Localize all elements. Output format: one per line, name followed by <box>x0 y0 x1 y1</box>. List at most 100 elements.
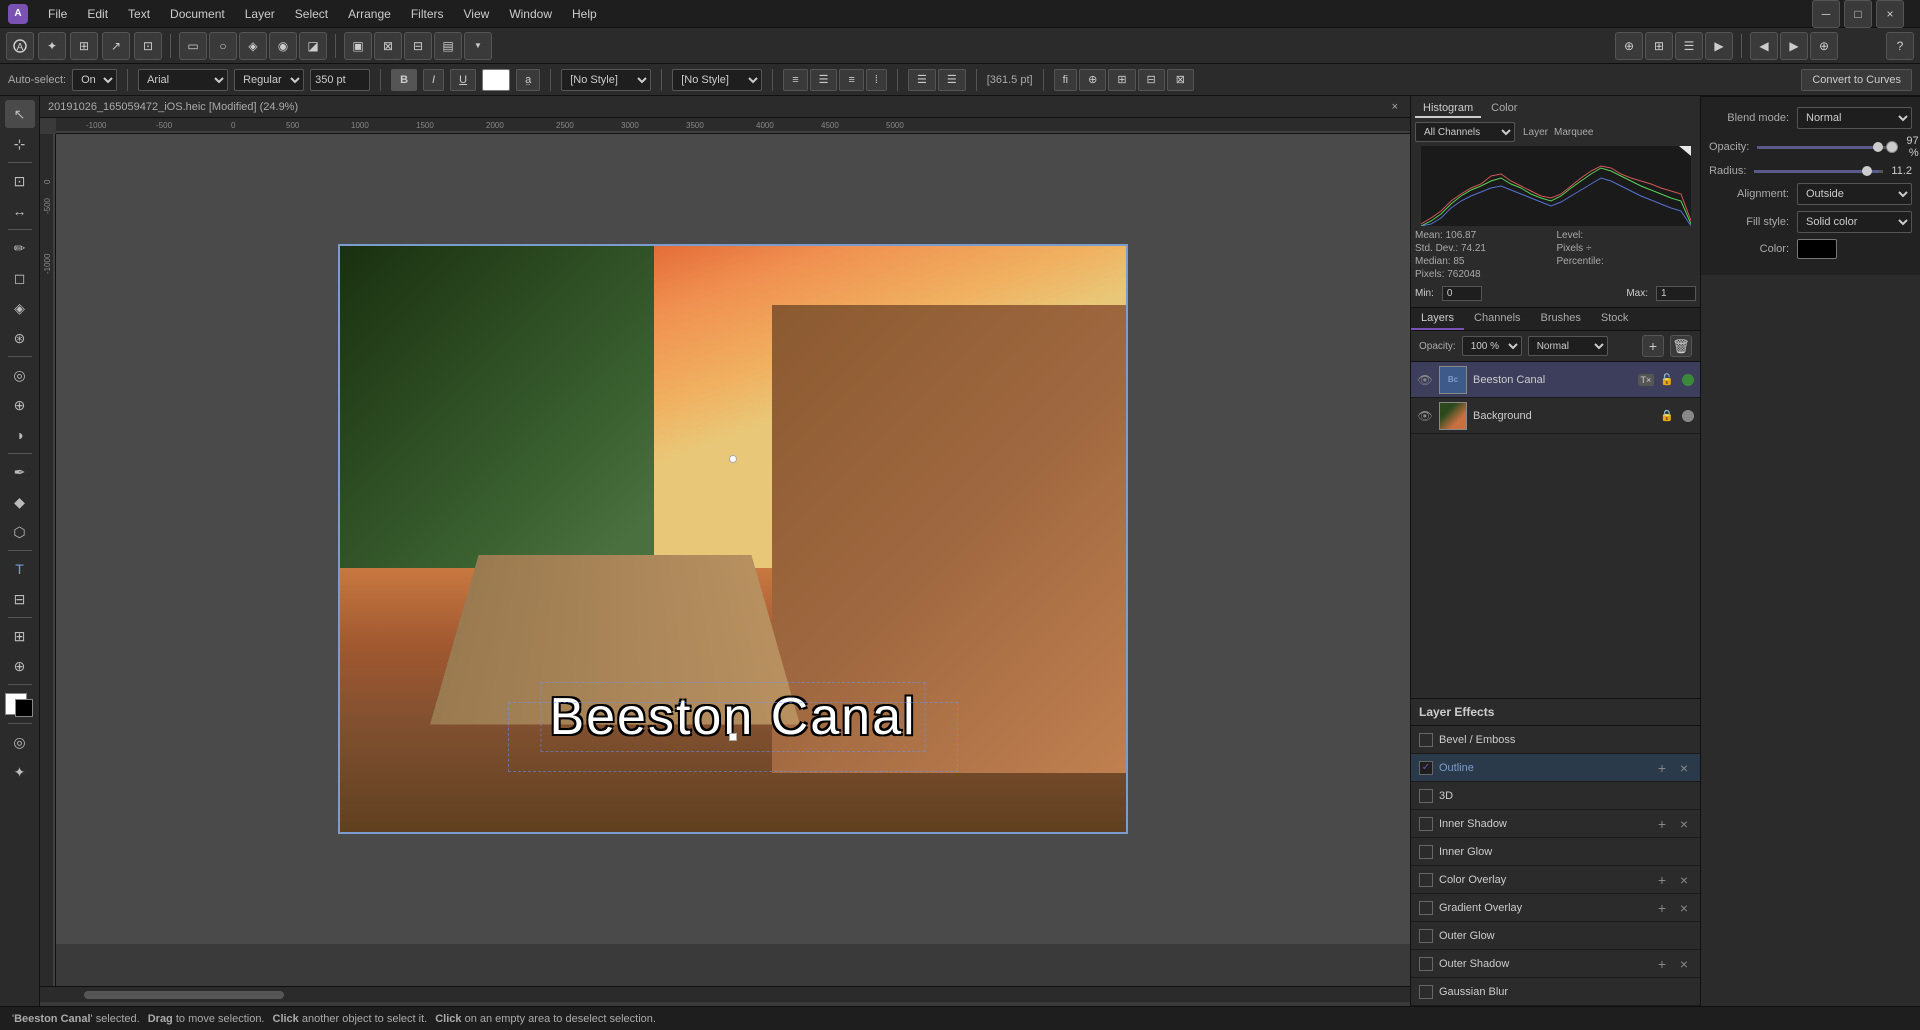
style-select-2[interactable]: [No Style] <box>672 69 762 91</box>
canvas-btn1[interactable]: ▣ <box>344 32 372 60</box>
min-input[interactable] <box>1442 286 1482 301</box>
frame-tool[interactable]: ⊟ <box>5 585 35 613</box>
mask-btn[interactable]: ◪ <box>299 32 327 60</box>
outer-shadow-add-btn[interactable]: + <box>1654 956 1670 972</box>
style-select-1[interactable]: [No Style] <box>561 69 651 91</box>
layer-radio-label[interactable]: Layer <box>1523 127 1548 138</box>
canvas-btn5[interactable]: ▼ <box>464 32 492 60</box>
menu-file[interactable]: File <box>40 5 75 23</box>
outline-remove-btn[interactable]: × <box>1676 760 1692 776</box>
retouch-tool[interactable]: ◎ <box>5 361 35 389</box>
outer-glow-enable-check[interactable] <box>1419 929 1433 943</box>
color-btn[interactable]: ◉ <box>269 32 297 60</box>
dodge-tool[interactable]: ◑ <box>5 421 35 449</box>
pen-tool[interactable]: ✒ <box>5 458 35 486</box>
text-tool[interactable]: T <box>5 555 35 583</box>
zoom-btn[interactable]: ⊕ <box>1615 32 1643 60</box>
list-btn1[interactable]: ☰ <box>908 69 936 91</box>
snapping-btn[interactable]: ✦ <box>38 32 66 60</box>
transform-handle[interactable] <box>729 455 737 463</box>
document-setup-btn[interactable]: ⊡ <box>134 32 162 60</box>
outline-add-btn[interactable]: + <box>1654 760 1670 776</box>
window-minimize-btn[interactable]: ─ <box>1812 0 1840 28</box>
menu-document[interactable]: Document <box>162 5 233 23</box>
node-tool[interactable]: ◆ <box>5 488 35 516</box>
text-color-swatch[interactable] <box>482 69 510 91</box>
inner-shadow-enable-check[interactable] <box>1419 817 1433 831</box>
font-size-input[interactable] <box>310 69 370 91</box>
effects-color-swatch[interactable] <box>1797 239 1837 259</box>
max-input[interactable] <box>1656 286 1696 301</box>
inner-shadow-add-btn[interactable]: + <box>1654 816 1670 832</box>
transform-btn[interactable]: ↗ <box>102 32 130 60</box>
circle-btn[interactable]: ○ <box>209 32 237 60</box>
outer-shadow-enable-check[interactable] <box>1419 957 1433 971</box>
histogram-tab[interactable]: Histogram <box>1415 100 1481 118</box>
align-left-btn[interactable]: ≡ <box>783 69 807 91</box>
rect-btn[interactable]: ▭ <box>179 32 207 60</box>
bold-btn[interactable]: B <box>391 69 417 91</box>
grid-text-btn[interactable]: ⊟ <box>1138 69 1165 91</box>
liga-btn[interactable]: fi <box>1054 69 1078 91</box>
auto-select-select[interactable]: On <box>72 69 117 91</box>
pixel-mode-btn[interactable]: ⊞ <box>70 32 98 60</box>
scrollbar-thumb-h[interactable] <box>84 991 284 999</box>
shape-tool[interactable]: ⬡ <box>5 518 35 546</box>
stock-tab[interactable]: Stock <box>1591 308 1639 330</box>
menu-window[interactable]: Window <box>501 5 560 23</box>
snap-text-btn[interactable]: ⊕ <box>1079 69 1106 91</box>
fill-style-select[interactable]: Solid color <box>1797 211 1912 233</box>
bevel-enable-check[interactable] <box>1419 733 1433 747</box>
assistant-btn[interactable]: A <box>6 32 34 60</box>
outer-shadow-remove-btn[interactable]: × <box>1676 956 1692 972</box>
crop-tool[interactable]: ⊡ <box>5 167 35 195</box>
center-handle[interactable] <box>729 733 737 741</box>
canvas-btn3[interactable]: ⊟ <box>404 32 432 60</box>
convert-curves-btn[interactable]: Convert to Curves <box>1801 69 1912 91</box>
window-close-btn[interactable]: × <box>1876 0 1904 28</box>
ruler-tool[interactable]: ⊞ <box>5 622 35 650</box>
opacity-slider[interactable] <box>1757 146 1886 149</box>
layer-row-background[interactable]: 👁 Background 🔒 <box>1411 398 1700 434</box>
menu-arrange[interactable]: Arrange <box>340 5 399 23</box>
layer-visibility-toggle-1[interactable]: 👁 <box>1417 372 1433 388</box>
paths-btn[interactable]: ◈ <box>239 32 267 60</box>
channel-select[interactable]: All Channels <box>1415 122 1515 142</box>
transform-text-btn[interactable]: ⊞ <box>1108 69 1135 91</box>
color-overlay-remove-btn[interactable]: × <box>1676 872 1692 888</box>
clone-tool[interactable]: ⊕ <box>5 391 35 419</box>
faux-btn[interactable]: a̤ <box>516 69 540 91</box>
menu-view[interactable]: View <box>456 5 498 23</box>
list-btn2[interactable]: ☰ <box>938 69 966 91</box>
color-tab[interactable]: Color <box>1483 100 1525 118</box>
eyedropper-tool[interactable]: ✦ <box>5 758 35 786</box>
fill-tool[interactable]: ◈ <box>5 294 35 322</box>
menu-text[interactable]: Text <box>120 5 158 23</box>
underline-btn[interactable]: U <box>450 69 476 91</box>
blend-mode-select[interactable]: Normal <box>1528 336 1608 356</box>
color-swatches[interactable] <box>5 689 35 719</box>
menu-help[interactable]: Help <box>564 5 605 23</box>
layers-tab[interactable]: Layers <box>1411 308 1464 330</box>
font-style-select[interactable]: Regular <box>234 69 304 91</box>
align-right-btn[interactable]: ≡ <box>839 69 863 91</box>
color-overlay-add-btn[interactable]: + <box>1654 872 1670 888</box>
persona-btn[interactable]: ⊕ <box>1810 32 1838 60</box>
effects-blend-mode-select[interactable]: Normal <box>1797 107 1912 129</box>
next-btn[interactable]: ▶ <box>1780 32 1808 60</box>
canvas-viewport[interactable]: Beeston Canal <box>56 134 1410 944</box>
canvas-btn4[interactable]: ▤ <box>434 32 462 60</box>
inpaint-tool[interactable]: ⊛ <box>5 324 35 352</box>
align-center-btn[interactable]: ☰ <box>810 69 838 91</box>
menu-filters[interactable]: Filters <box>403 5 452 23</box>
italic-btn[interactable]: I <box>423 69 444 91</box>
layer-row-beeston-canal[interactable]: 👁 Bc Beeston Canal T× 🔓 <box>1411 362 1700 398</box>
inner-glow-enable-check[interactable] <box>1419 845 1433 859</box>
transform-tool[interactable]: ↔ <box>5 197 35 225</box>
marquee-radio-label[interactable]: Marquee <box>1554 127 1593 138</box>
brushes-tab[interactable]: Brushes <box>1531 308 1591 330</box>
font-family-select[interactable]: Arial <box>138 69 228 91</box>
macros-btn[interactable]: ▶ <box>1705 32 1733 60</box>
select-tool[interactable]: ⊹ <box>5 130 35 158</box>
opacity-input[interactable]: 100 % <box>1462 336 1522 356</box>
